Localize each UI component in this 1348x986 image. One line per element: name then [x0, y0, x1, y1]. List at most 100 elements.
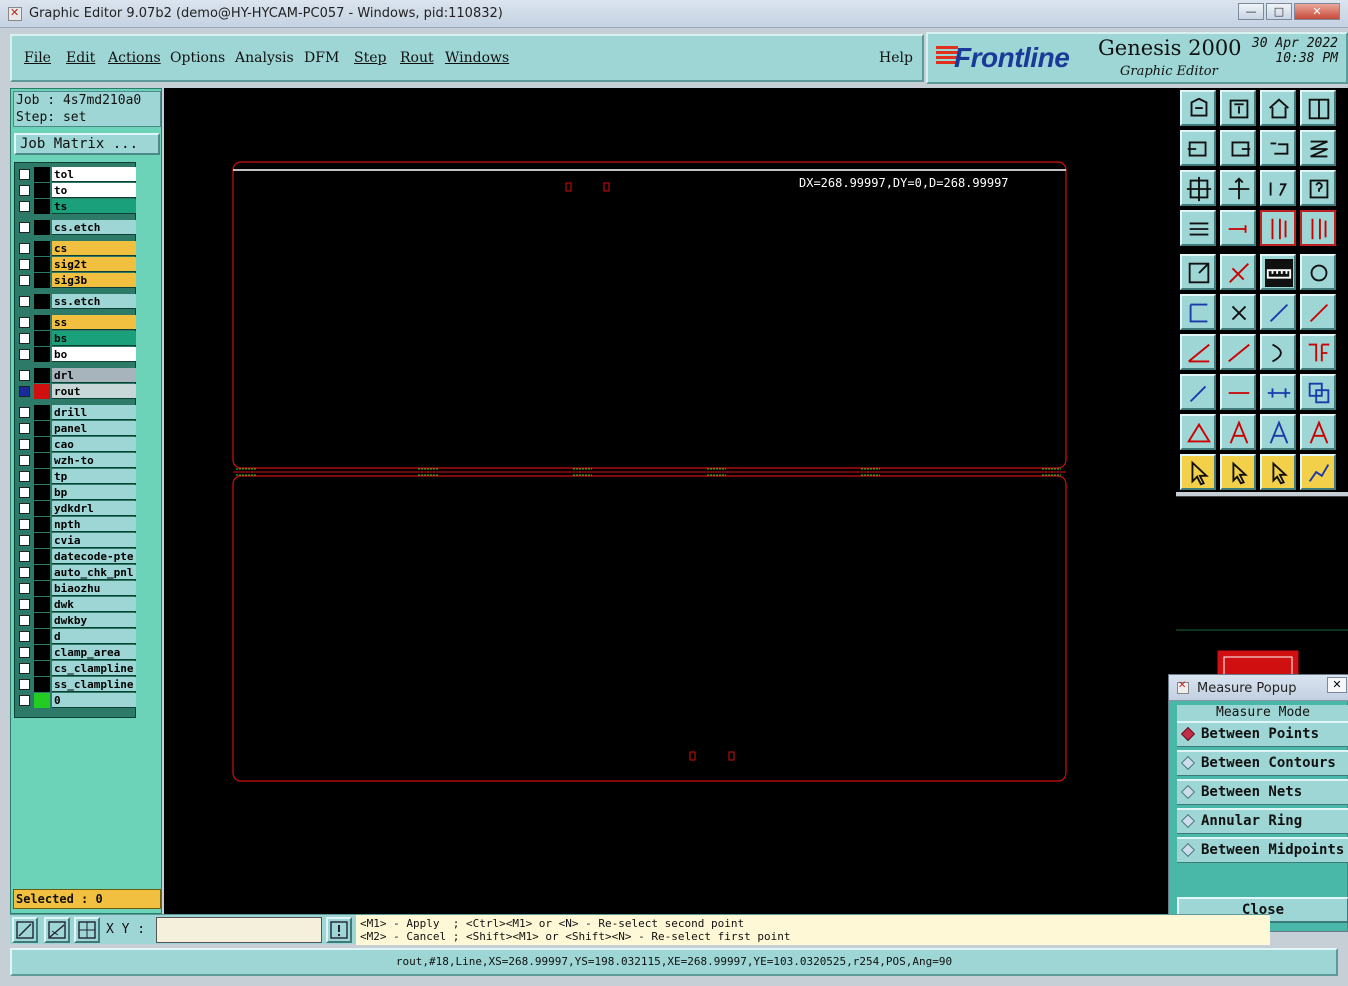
layer-color-swatch[interactable]: [34, 347, 50, 362]
measure-option-between-points[interactable]: Between Points: [1177, 721, 1348, 747]
menu-dfm[interactable]: DFM: [304, 50, 339, 66]
layer-checkbox[interactable]: [19, 487, 30, 498]
layer-checkbox[interactable]: [19, 370, 30, 381]
layer-row-0[interactable]: 0: [18, 693, 136, 708]
zoom-next-button[interactable]: [1220, 130, 1256, 166]
layer-name[interactable]: cs.etch: [52, 220, 136, 235]
layer-checkbox[interactable]: [19, 386, 30, 397]
layer-color-swatch[interactable]: [34, 549, 50, 564]
layer-color-swatch[interactable]: [34, 485, 50, 500]
group-button[interactable]: [1300, 374, 1336, 410]
layer-color-swatch[interactable]: [34, 469, 50, 484]
layer-name[interactable]: ss.etch: [52, 294, 136, 309]
layer-row-ss-clampline[interactable]: ss_clampline: [18, 677, 136, 692]
layer-row-biaozhu[interactable]: biaozhu: [18, 581, 136, 596]
layer-toggle-button[interactable]: [1260, 210, 1296, 246]
layer-name[interactable]: wzh-to: [52, 453, 136, 468]
layer-row-d[interactable]: d: [18, 629, 136, 644]
layer-color-swatch[interactable]: [34, 384, 50, 399]
layer-color-swatch[interactable]: [34, 241, 50, 256]
layer-name[interactable]: biaozhu: [52, 581, 136, 596]
layer-row-panel[interactable]: panel: [18, 421, 136, 436]
menu-step[interactable]: Step: [354, 50, 386, 66]
layer-color-swatch[interactable]: [34, 405, 50, 420]
layer-checkbox[interactable]: [19, 169, 30, 180]
layer-name[interactable]: tp: [52, 469, 136, 484]
layer-checkbox[interactable]: [19, 647, 30, 658]
layer-color-swatch[interactable]: [34, 273, 50, 288]
popup-close-icon[interactable]: ✕: [1327, 677, 1347, 693]
layer-color-swatch[interactable]: [34, 220, 50, 235]
layer-checkbox[interactable]: [19, 455, 30, 466]
layer-row-ss-etch[interactable]: ss.etch: [18, 294, 136, 309]
layer-color-swatch[interactable]: [34, 257, 50, 272]
layer-row-sig2t[interactable]: sig2t: [18, 257, 136, 272]
width-button[interactable]: [1260, 374, 1296, 410]
redraw-button[interactable]: [1300, 130, 1336, 166]
layer-row-dwk[interactable]: dwk: [18, 597, 136, 612]
layer-checkbox[interactable]: [19, 663, 30, 674]
measure-option-between-midpoints[interactable]: Between Midpoints: [1177, 837, 1348, 863]
layer-checkbox[interactable]: [19, 222, 30, 233]
zoom-area-button[interactable]: [12, 917, 38, 943]
menu-windows[interactable]: Windows: [445, 50, 509, 66]
layer-name[interactable]: cao: [52, 437, 136, 452]
layer-color-swatch[interactable]: [34, 565, 50, 580]
layer-name[interactable]: npth: [52, 517, 136, 532]
layer-name[interactable]: drill: [52, 405, 136, 420]
layer-color-swatch[interactable]: [34, 581, 50, 596]
layer-row-wzh-to[interactable]: wzh-to: [18, 453, 136, 468]
measure-option-annular-ring[interactable]: Annular Ring: [1177, 808, 1348, 834]
close-window-button[interactable]: ✕: [1294, 3, 1340, 20]
layer-row-auto-chk-pnl[interactable]: auto_chk_pnl: [18, 565, 136, 580]
snap-point-button[interactable]: [1180, 374, 1216, 410]
layer-color-swatch[interactable]: [34, 421, 50, 436]
layer-row-bo[interactable]: bo: [18, 347, 136, 362]
layer-checkbox[interactable]: [19, 243, 30, 254]
layer-color-swatch[interactable]: [34, 167, 50, 182]
layer-color-swatch[interactable]: [34, 693, 50, 708]
open-job-button[interactable]: [1180, 90, 1216, 126]
minimize-button[interactable]: —: [1238, 3, 1264, 20]
layer-switch-button[interactable]: [1300, 210, 1336, 246]
select-path-button[interactable]: [1300, 454, 1336, 490]
layer-checkbox[interactable]: [19, 615, 30, 626]
layer-name[interactable]: rout: [52, 384, 136, 399]
layer-row-cvia[interactable]: cvia: [18, 533, 136, 548]
layer-color-swatch[interactable]: [34, 437, 50, 452]
menu-options[interactable]: Options: [170, 50, 225, 66]
layer-row-cs[interactable]: cs: [18, 241, 136, 256]
layer-checkbox[interactable]: [19, 551, 30, 562]
layer-checkbox[interactable]: [19, 201, 30, 212]
layer-color-swatch[interactable]: [34, 294, 50, 309]
layer-color-swatch[interactable]: [34, 613, 50, 628]
layer-row-datecode-pte[interactable]: datecode-pte: [18, 549, 136, 564]
layer-row-drill[interactable]: drill: [18, 405, 136, 420]
triangle-button[interactable]: [1180, 414, 1216, 450]
layer-checkbox[interactable]: [19, 185, 30, 196]
layer-checkbox[interactable]: [19, 333, 30, 344]
layer-name[interactable]: cvia: [52, 533, 136, 548]
layer-checkbox[interactable]: [19, 423, 30, 434]
layer-color-swatch[interactable]: [34, 501, 50, 516]
layer-name[interactable]: dwkby: [52, 613, 136, 628]
layer-checkbox[interactable]: [19, 631, 30, 642]
layer-color-swatch[interactable]: [34, 629, 50, 644]
layer-name[interactable]: ts: [52, 199, 136, 214]
xy-input[interactable]: [156, 917, 322, 943]
overview-window[interactable]: [1176, 496, 1348, 682]
layer-row-cs-clampline[interactable]: cs_clampline: [18, 661, 136, 676]
layer-name[interactable]: cs: [52, 241, 136, 256]
layer-name[interactable]: sig3b: [52, 273, 136, 288]
layer-name[interactable]: dwk: [52, 597, 136, 612]
layer-name[interactable]: to: [52, 183, 136, 198]
a-cut-button[interactable]: [1300, 414, 1336, 450]
layer-row-to[interactable]: to: [18, 183, 136, 198]
layer-checkbox[interactable]: [19, 259, 30, 270]
line-tool-button[interactable]: [1220, 334, 1256, 370]
layer-checkbox[interactable]: [19, 599, 30, 610]
layer-name[interactable]: panel: [52, 421, 136, 436]
layer-color-swatch[interactable]: [34, 453, 50, 468]
add-feature-button[interactable]: [1180, 254, 1216, 290]
measure-option-between-nets[interactable]: Between Nets: [1177, 779, 1348, 805]
